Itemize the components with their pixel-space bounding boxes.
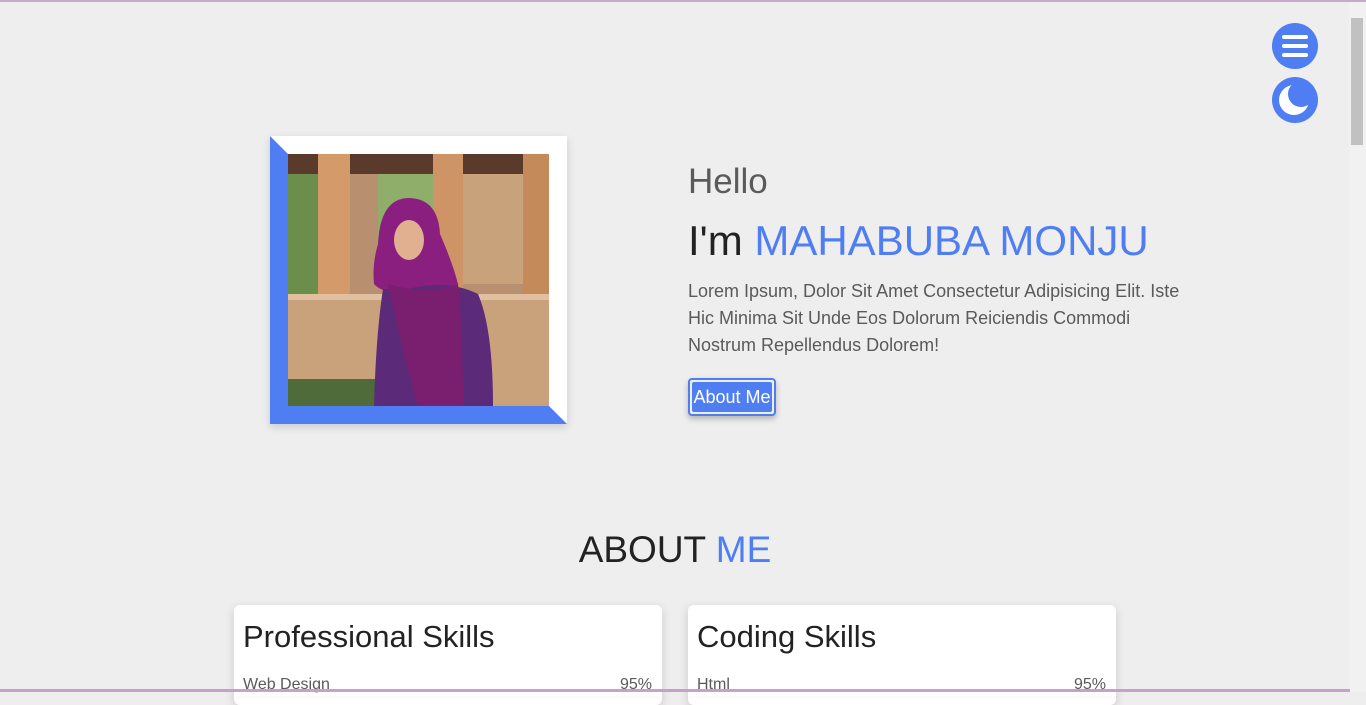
about-section-title: ABOUT ME — [0, 529, 1350, 571]
hero-intro: I'm — [688, 217, 755, 264]
about-title-prefix: ABOUT — [578, 529, 716, 570]
card-title: Professional Skills — [243, 619, 495, 654]
hero-name: MAHABUBA MONJU — [754, 217, 1149, 264]
hero-bio: Lorem Ipsum, Dolor Sit Amet Consectetur … — [688, 281, 1180, 355]
menu-button[interactable] — [1272, 23, 1318, 69]
top-border — [0, 0, 1366, 2]
moon-icon — [1279, 81, 1314, 115]
theme-toggle-button[interactable] — [1272, 77, 1318, 123]
about-title-highlight: ME — [715, 529, 772, 570]
hero-title: I'm MAHABUBA MONJU — [688, 217, 1149, 265]
card-title: Coding Skills — [697, 619, 877, 654]
profile-photo — [288, 154, 549, 406]
about-me-button-label: About Me — [692, 382, 772, 412]
about-me-button[interactable]: About Me — [688, 378, 776, 416]
hamburger-menu-icon — [1282, 35, 1308, 57]
hero-greeting: Hello — [688, 162, 768, 201]
scrollbar-thumb[interactable] — [1351, 18, 1363, 145]
